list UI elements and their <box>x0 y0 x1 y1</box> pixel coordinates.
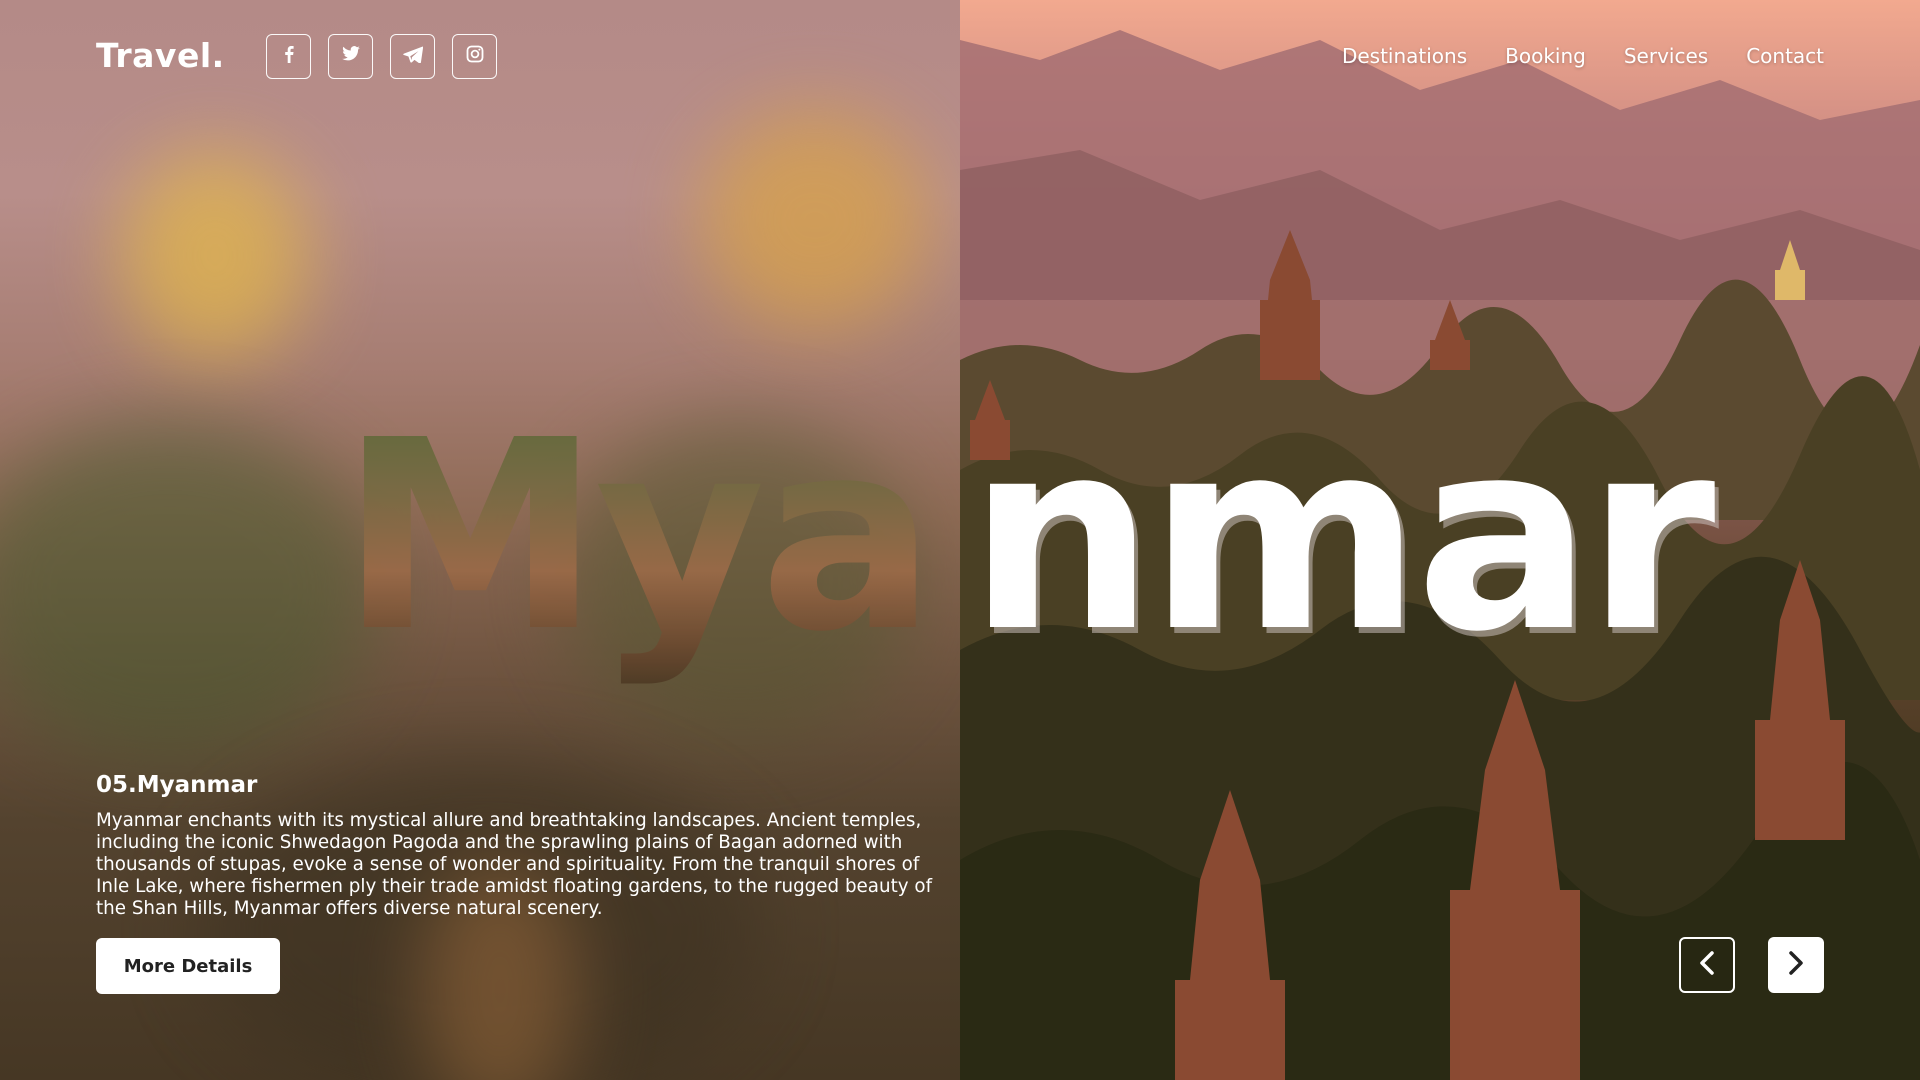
nav-item-destinations[interactable]: Destinations <box>1342 44 1467 68</box>
facebook-link[interactable] <box>266 34 311 79</box>
twitter-icon <box>341 46 361 67</box>
more-details-button[interactable]: More Details <box>96 938 280 994</box>
instagram-link[interactable] <box>452 34 497 79</box>
nav-item-booking[interactable]: Booking <box>1505 44 1586 68</box>
social-links <box>266 34 497 79</box>
next-slide-button[interactable] <box>1768 937 1824 993</box>
destination-description: Myanmar enchants with its mystical allur… <box>96 810 933 919</box>
previous-slide-button[interactable] <box>1679 937 1735 993</box>
hero-title-right-part: nmar <box>968 384 1716 689</box>
main-navigation: Destinations Booking Services Contact <box>1342 44 1824 68</box>
instagram-icon <box>466 45 484 68</box>
telegram-link[interactable] <box>390 34 435 79</box>
twitter-link[interactable] <box>328 34 373 79</box>
nav-item-services[interactable]: Services <box>1624 44 1708 68</box>
destination-title: 05.Myanmar <box>96 772 258 798</box>
chevron-left-icon <box>1697 950 1717 981</box>
facebook-icon <box>281 45 297 68</box>
nav-item-contact[interactable]: Contact <box>1746 44 1824 68</box>
brand-logo[interactable]: Travel. <box>96 36 225 75</box>
telegram-icon <box>402 45 423 68</box>
hero-title-left-part: Mya <box>340 406 930 706</box>
chevron-right-icon <box>1786 950 1806 981</box>
